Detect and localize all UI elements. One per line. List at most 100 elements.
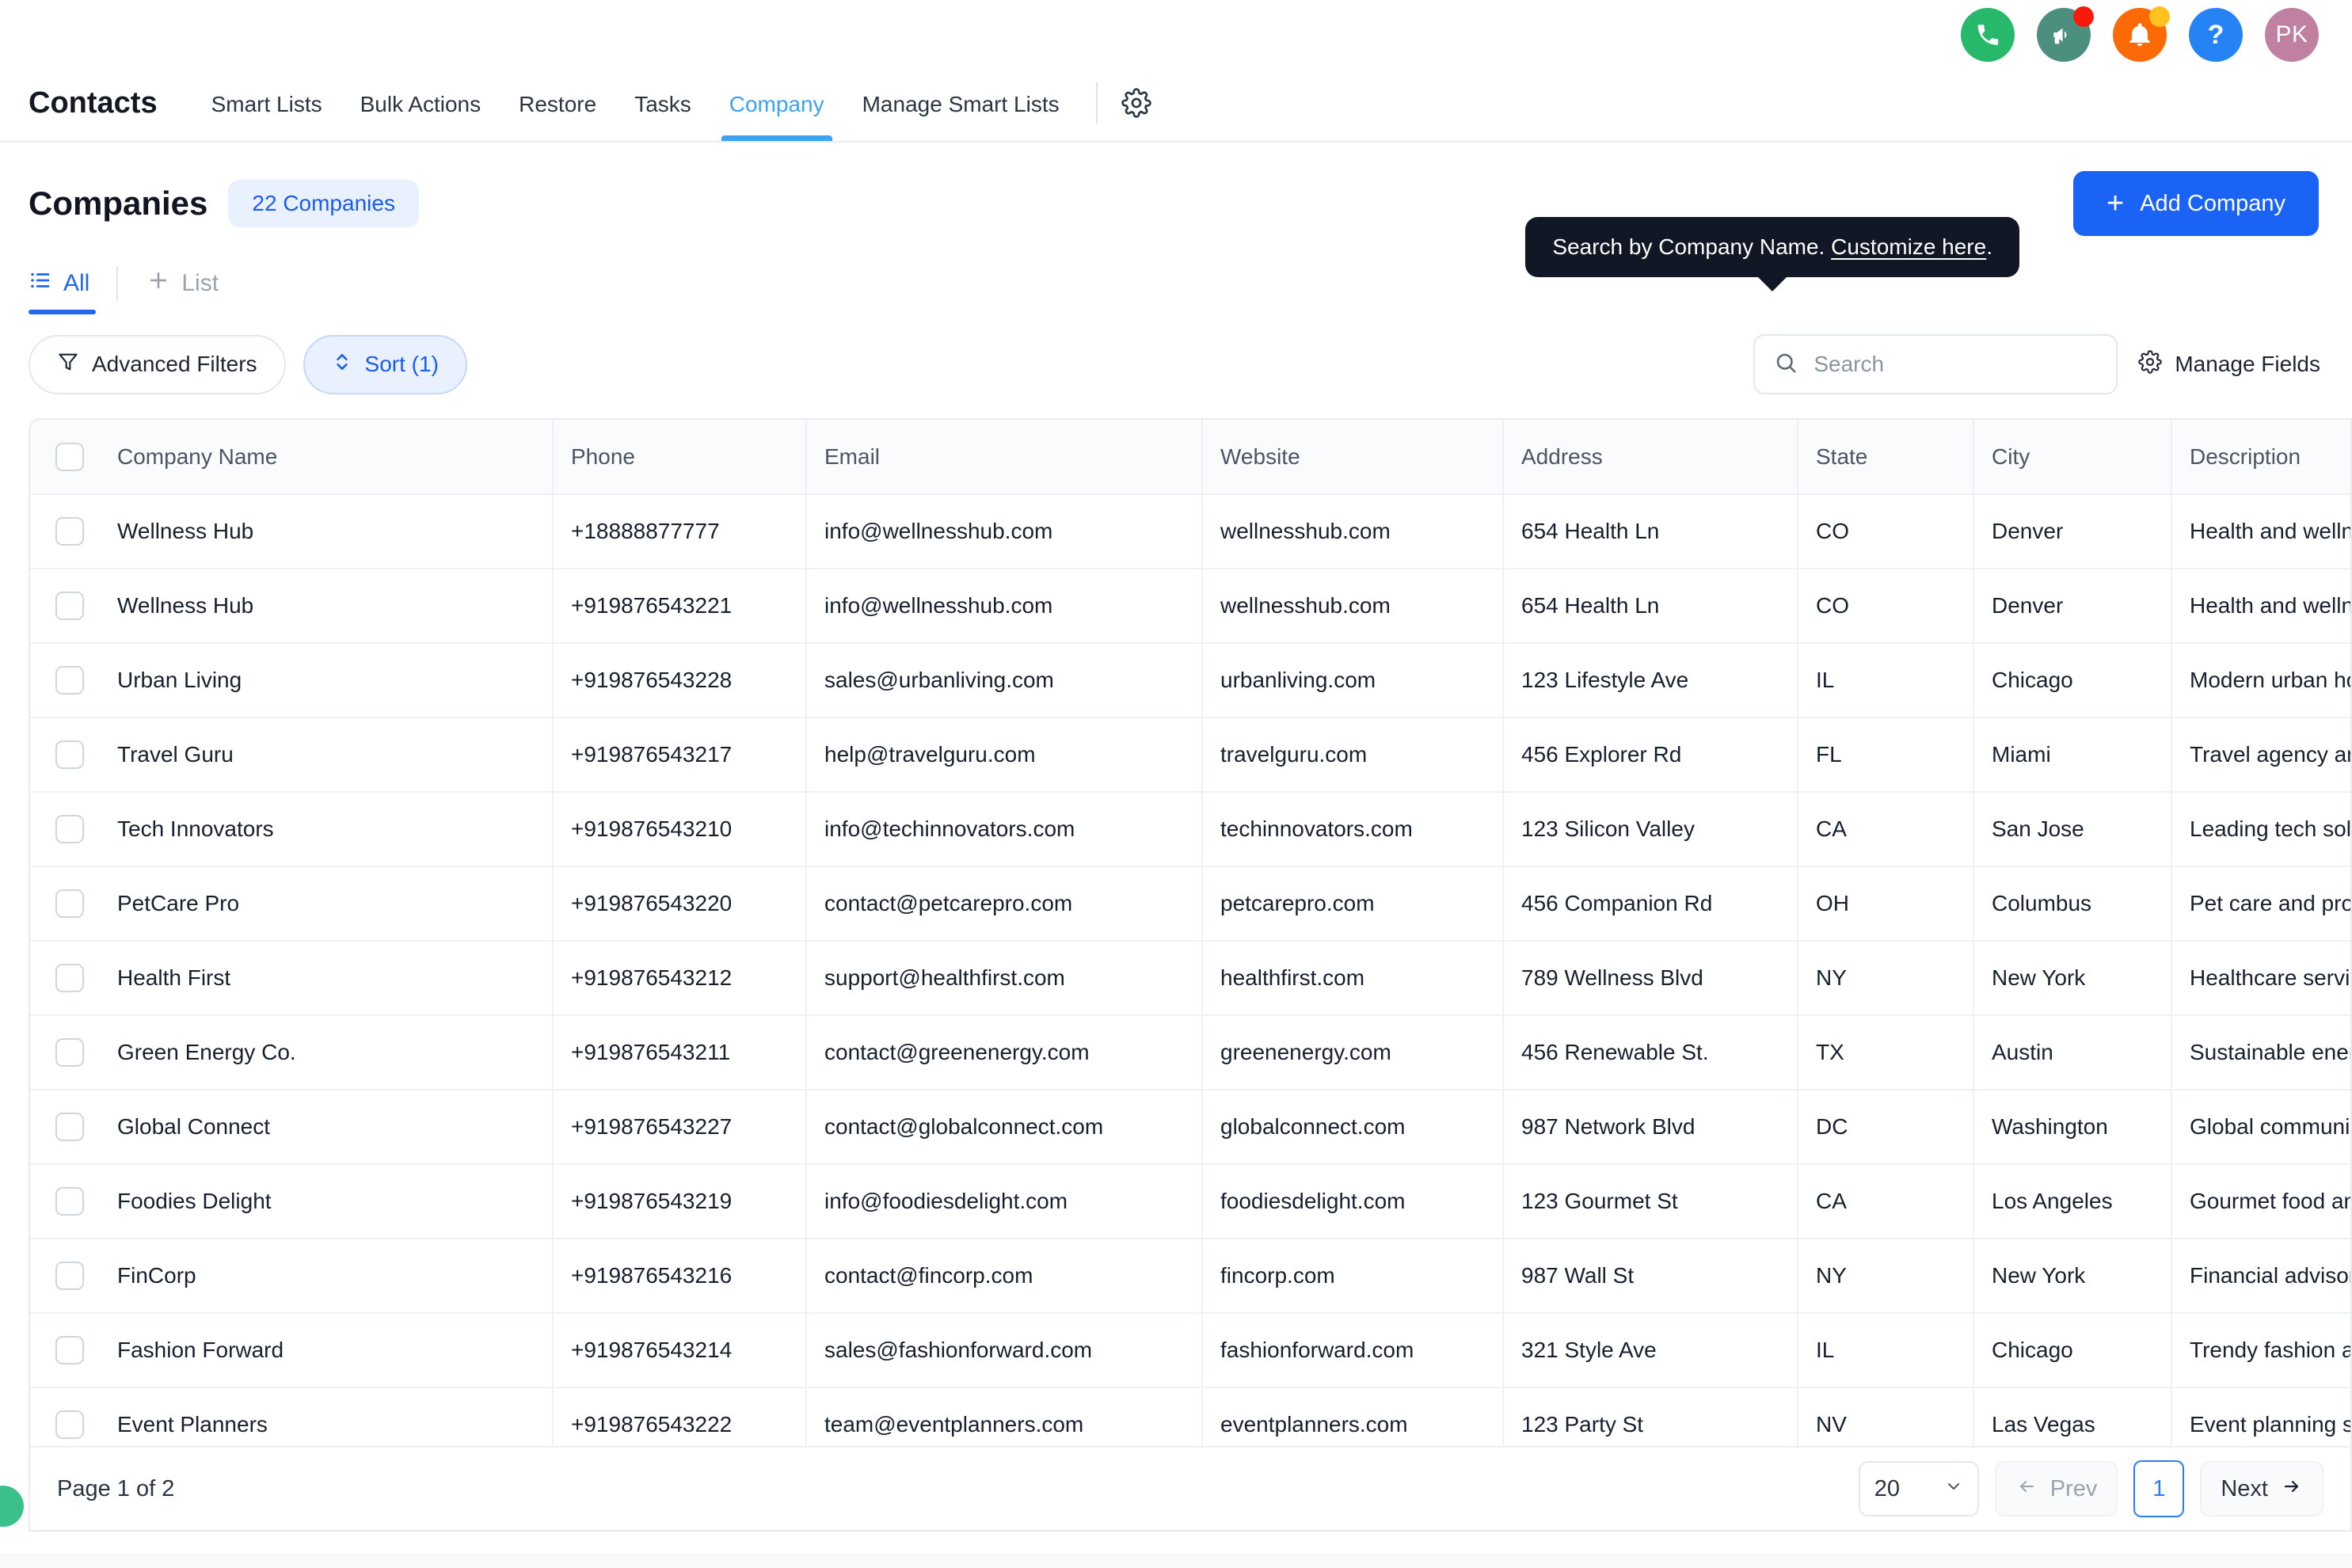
select-all-checkbox[interactable]: [55, 442, 84, 471]
cell-description: Healthcare services: [2171, 941, 2350, 1016]
cell-state: CA: [1798, 1164, 1974, 1239]
cell-phone: +919876543210: [553, 792, 807, 867]
row-checkbox[interactable]: [55, 1113, 84, 1141]
cell-city: Miami: [1973, 717, 2172, 793]
cell-description: Sustainable energy s: [2171, 1015, 2350, 1090]
nav-item-restore[interactable]: Restore: [500, 92, 615, 141]
cell-website: urbanliving.com: [1202, 643, 1504, 718]
column-header-company-name[interactable]: Company Name: [100, 420, 554, 495]
row-checkbox[interactable]: [55, 964, 84, 992]
cell-phone: +919876543227: [553, 1090, 807, 1165]
cell-website: fincorp.com: [1202, 1239, 1504, 1314]
column-header-city[interactable]: City: [1973, 420, 2172, 495]
sort-button[interactable]: Sort (1): [303, 334, 467, 394]
table-row[interactable]: Foodies Delight +919876543219 info@foodies…: [30, 1164, 2350, 1239]
row-checkbox[interactable]: [55, 1336, 84, 1364]
cell-state: CA: [1798, 792, 1974, 867]
table-row[interactable]: Global Connect +919876543227 contact@globa…: [30, 1090, 2350, 1165]
companies-table-container: Company Name Phone Email Website Address…: [29, 418, 2352, 1446]
manage-fields-button[interactable]: Manage Fields: [2138, 349, 2323, 379]
row-checkbox[interactable]: [55, 592, 84, 620]
cell-description: Leading tech solution: [2171, 792, 2350, 867]
page-number-1[interactable]: 1: [2133, 1460, 2185, 1517]
table-row[interactable]: Wellness Hub +919876543221 info@wellnesshu…: [30, 569, 2350, 644]
row-select-cell: [30, 569, 100, 644]
tab-all-label: All: [63, 270, 90, 296]
cell-email: contact@globalconnect.com: [806, 1090, 1203, 1165]
per-page-select[interactable]: 20: [1858, 1461, 1979, 1517]
page-title: Companies: [29, 185, 208, 222]
column-header-phone[interactable]: Phone: [553, 420, 807, 495]
row-checkbox[interactable]: [55, 1410, 84, 1439]
cell-state: NY: [1798, 941, 1974, 1016]
column-header-website[interactable]: Website: [1202, 420, 1504, 495]
row-checkbox[interactable]: [55, 1262, 84, 1290]
nav-item-smart-lists[interactable]: Smart Lists: [192, 92, 341, 141]
list-icon: [29, 268, 52, 299]
table-row[interactable]: Urban Living +919876543228 sales@urbanlivi…: [30, 643, 2350, 718]
cell-city: Chicago: [1973, 1313, 2172, 1388]
row-checkbox[interactable]: [55, 666, 84, 695]
cell-company-name: Fashion Forward: [100, 1313, 554, 1388]
bell-icon[interactable]: [2113, 6, 2170, 62]
row-checkbox[interactable]: [55, 889, 84, 918]
cell-city: Austin: [1973, 1015, 2172, 1090]
tooltip-customize-link[interactable]: Customize here: [1831, 234, 1986, 259]
cell-email: sales@urbanliving.com: [806, 643, 1203, 718]
tab-all[interactable]: All: [29, 268, 116, 314]
advanced-filters-button[interactable]: Advanced Filters: [29, 334, 286, 394]
row-select-cell: [30, 643, 100, 718]
table-footer: Page 1 of 2 20 Prev 1 Next: [29, 1446, 2352, 1532]
nav-item-manage-smart-lists[interactable]: Manage Smart Lists: [843, 92, 1079, 141]
row-checkbox[interactable]: [55, 815, 84, 843]
table-row[interactable]: Wellness Hub +18888877777 info@wellnesshub…: [30, 494, 2350, 569]
add-company-button[interactable]: + Add Company: [2073, 171, 2319, 236]
table-row[interactable]: Event Planners +919876543222 team@eventpla…: [30, 1387, 2350, 1446]
cell-state: CO: [1798, 569, 1974, 644]
cell-state: NV: [1798, 1387, 1974, 1446]
table-row[interactable]: Green Energy Co. +919876543211 contact@gre…: [30, 1015, 2350, 1090]
column-header-state[interactable]: State: [1798, 420, 1974, 495]
tab-list[interactable]: List: [123, 268, 219, 314]
next-page-button[interactable]: Next: [2200, 1461, 2323, 1517]
megaphone-icon[interactable]: [2037, 6, 2094, 62]
nav-item-bulk-actions[interactable]: Bulk Actions: [341, 92, 500, 141]
cell-website: techinnovators.com: [1202, 792, 1504, 867]
row-checkbox[interactable]: [55, 517, 84, 546]
row-select-cell: [30, 494, 100, 569]
support-chat-bubble[interactable]: [0, 1486, 24, 1527]
row-checkbox[interactable]: [55, 740, 84, 769]
cell-city: Washington: [1973, 1090, 2172, 1165]
cell-email: contact@greenenergy.com: [806, 1015, 1203, 1090]
table-row[interactable]: Health First +919876543212 support@healthf…: [30, 941, 2350, 1016]
plus-icon: +: [2107, 187, 2125, 220]
table-row[interactable]: Fashion Forward +919876543214 sales@fashio…: [30, 1313, 2350, 1388]
row-checkbox[interactable]: [55, 1187, 84, 1216]
cell-address: 456 Companion Rd: [1503, 866, 1798, 942]
cell-website: greenenergy.com: [1202, 1015, 1504, 1090]
avatar[interactable]: PK: [2265, 8, 2319, 62]
search-box[interactable]: [1753, 334, 2118, 394]
table-row[interactable]: Travel Guru +919876543217 help@travelguru.…: [30, 717, 2350, 793]
company-count-badge: 22 Companies: [228, 180, 419, 227]
table-row[interactable]: FinCorp +919876543216 contact@fincorp.com f…: [30, 1239, 2350, 1314]
table-row[interactable]: PetCare Pro +919876543220 contact@petcarep…: [30, 866, 2350, 942]
cell-company-name: PetCare Pro: [100, 866, 554, 942]
cell-description: Financial advisory se: [2171, 1239, 2350, 1314]
help-icon[interactable]: ?: [2189, 8, 2243, 62]
cell-phone: +919876543221: [553, 569, 807, 644]
row-checkbox[interactable]: [55, 1038, 84, 1067]
cell-phone: +919876543222: [553, 1387, 807, 1446]
table-row[interactable]: Tech Innovators +919876543210 info@techinn…: [30, 792, 2350, 867]
prev-page-button[interactable]: Prev: [1994, 1461, 2118, 1517]
column-header-email[interactable]: Email: [806, 420, 1203, 495]
cell-city: Columbus: [1973, 866, 2172, 942]
gear-icon[interactable]: [1113, 88, 1159, 141]
column-header-description[interactable]: Description: [2171, 420, 2350, 495]
phone-icon[interactable]: [1961, 8, 2015, 62]
nav-item-company[interactable]: Company: [710, 92, 843, 141]
nav-item-tasks[interactable]: Tasks: [615, 92, 710, 141]
cell-company-name: Tech Innovators: [100, 792, 554, 867]
column-header-address[interactable]: Address: [1503, 420, 1798, 495]
search-input[interactable]: [1813, 352, 2098, 377]
